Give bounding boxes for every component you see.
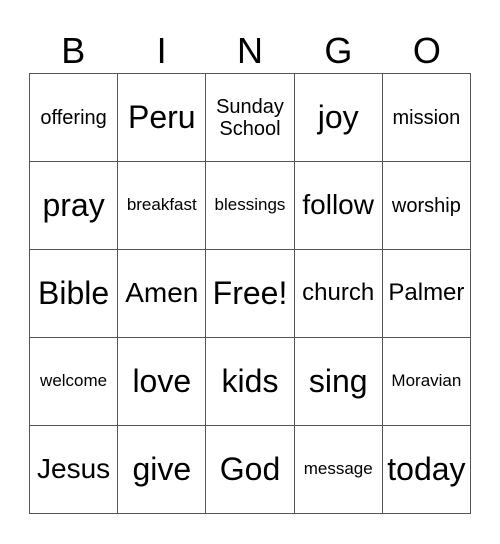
- bingo-cell[interactable]: worship: [382, 162, 471, 250]
- bingo-cell[interactable]: church: [294, 250, 383, 338]
- bingo-cell[interactable]: give: [118, 426, 207, 514]
- bingo-cell[interactable]: today: [382, 426, 471, 514]
- bingo-cell[interactable]: kids: [206, 338, 295, 426]
- bingo-cell[interactable]: pray: [30, 162, 119, 250]
- bingo-header: B I N G O: [29, 28, 471, 73]
- bingo-cell[interactable]: welcome: [30, 338, 119, 426]
- header-letter-b: B: [61, 30, 86, 71]
- bingo-cell[interactable]: mission: [382, 74, 471, 162]
- header-letter-g: G: [324, 30, 353, 71]
- bingo-card: offering Peru Sunday School joy mission …: [29, 73, 471, 514]
- bingo-cell[interactable]: offering: [30, 74, 119, 162]
- header-letter-n: N: [237, 30, 264, 71]
- bingo-cell[interactable]: breakfast: [118, 162, 207, 250]
- bingo-cell[interactable]: Jesus: [30, 426, 119, 514]
- bingo-cell[interactable]: love: [118, 338, 207, 426]
- bingo-cell[interactable]: blessings: [206, 162, 295, 250]
- bingo-cell[interactable]: follow: [294, 162, 383, 250]
- bingo-cell[interactable]: Peru: [118, 74, 207, 162]
- header-letter-i: I: [156, 30, 167, 71]
- bingo-cell[interactable]: God: [206, 426, 295, 514]
- bingo-cell[interactable]: sing: [294, 338, 383, 426]
- header-letter-o: O: [412, 30, 441, 71]
- bingo-cell[interactable]: joy: [294, 74, 383, 162]
- bingo-cell[interactable]: Moravian: [382, 338, 471, 426]
- bingo-cell[interactable]: message: [294, 426, 383, 514]
- free-space-cell[interactable]: Free!: [206, 250, 295, 338]
- bingo-cell[interactable]: Sunday School: [206, 74, 295, 162]
- bingo-cell[interactable]: Palmer: [382, 250, 471, 338]
- bingo-cell[interactable]: Amen: [118, 250, 207, 338]
- bingo-cell[interactable]: Bible: [30, 250, 119, 338]
